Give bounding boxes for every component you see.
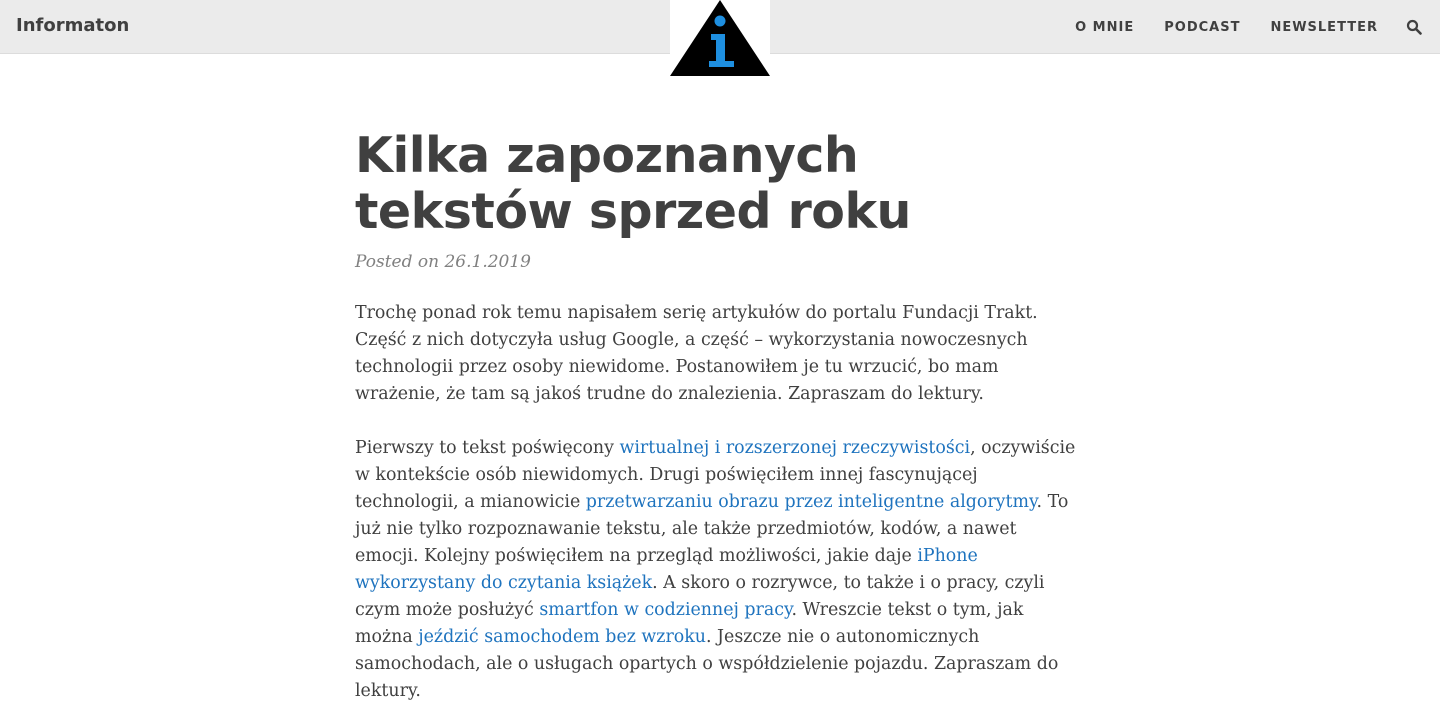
- post: Kilka zapoznanych tekstów sprzed roku Po…: [355, 128, 1085, 720]
- paragraph-text: Pierwszy to tekst poświęcony: [355, 438, 620, 458]
- brand-link[interactable]: Informaton: [16, 15, 129, 36]
- post-title: Kilka zapoznanych tekstów sprzed roku: [355, 127, 911, 240]
- logo[interactable]: [670, 0, 770, 80]
- paragraph-intro: Trochę ponad rok temu napisałem serię ar…: [355, 303, 1038, 404]
- link-vr-ar[interactable]: wirtualnej i rozszerzonej rzeczywistości: [619, 438, 970, 458]
- post-body: Trochę ponad rok temu napisałem serię ar…: [355, 300, 1085, 705]
- post-date: Posted on 26.1.2019: [355, 252, 531, 272]
- nav-link-newsletter[interactable]: NEWSLETTER: [1270, 20, 1378, 35]
- paragraph-articles: Pierwszy to tekst poświęcony wirtualnej …: [355, 435, 1085, 705]
- nav-links: O MNIE PODCAST NEWSLETTER: [1075, 0, 1440, 54]
- link-driving[interactable]: jeździć samochodem bez wzroku: [418, 627, 706, 647]
- info-triangle-logo-icon: [670, 0, 770, 76]
- search-icon[interactable]: [1406, 19, 1422, 35]
- link-image-processing[interactable]: przetwarzaniu obrazu przez inteligentne …: [586, 492, 1037, 512]
- nav-link-about[interactable]: O MNIE: [1075, 20, 1134, 35]
- link-smartphone-work[interactable]: smartfon w codziennej pracy: [539, 600, 791, 620]
- nav-link-podcast[interactable]: PODCAST: [1164, 20, 1240, 35]
